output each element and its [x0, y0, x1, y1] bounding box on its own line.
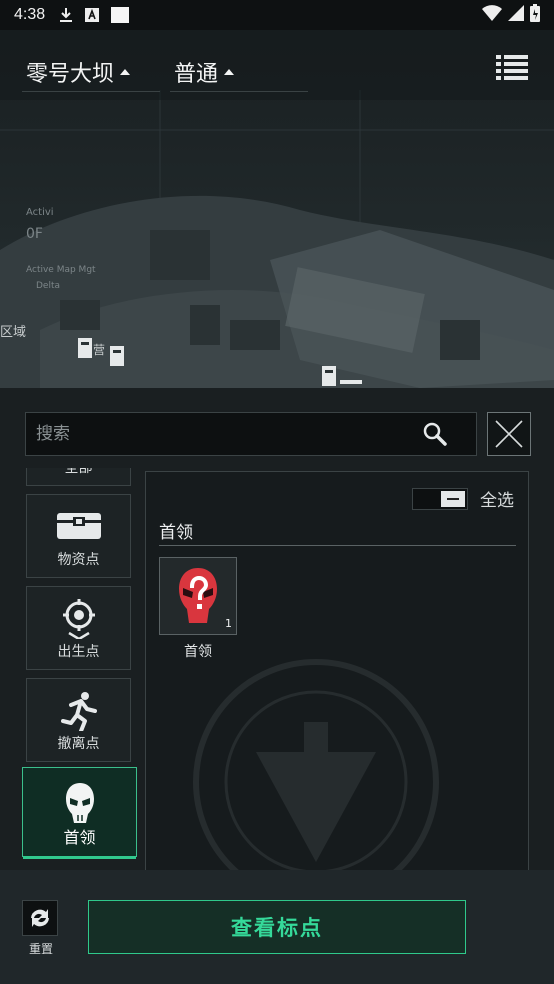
difficulty-selector-dropdown[interactable]: 普通 [174, 56, 235, 88]
category-extraction[interactable]: 撤离点 [26, 678, 131, 762]
marker-list-panel: 全选 首领 1 首领 [145, 471, 529, 870]
map-label: Delta [36, 281, 60, 291]
close-icon [495, 420, 523, 448]
divider [170, 91, 308, 92]
category-label: 物资点 [57, 552, 100, 568]
marker-item[interactable]: 1 首领 [159, 557, 237, 661]
status-bar: 4:38 [0, 0, 554, 30]
category-list[interactable]: 全部 物资点 出生点 撤离点 首领 [22, 468, 138, 870]
divider [159, 545, 516, 546]
category-spawn[interactable]: 出生点 [26, 586, 131, 670]
reset-icon[interactable] [22, 900, 58, 936]
select-all-label: 全选 [480, 491, 514, 511]
select-all-toggle[interactable] [412, 487, 468, 510]
supply-crate-icon [56, 511, 102, 545]
list-menu-icon [496, 55, 528, 80]
select-all-control[interactable]: 全选 [412, 486, 514, 511]
emblem-watermark-icon [193, 659, 439, 870]
view-markers-label: 查看标点 [231, 916, 323, 940]
boss-skull-icon [65, 782, 95, 828]
map-header: 零号大坝 普通 [0, 30, 554, 120]
battery-icon [530, 4, 540, 26]
map-label: 区域 [0, 325, 26, 340]
marker-item-label: 首领 [184, 644, 212, 660]
a-badge-icon [85, 8, 100, 22]
reset-label: 重置 [28, 942, 53, 956]
category-label: 出生点 [57, 644, 100, 660]
red-mask-question-icon [179, 568, 217, 623]
map-label: Activi [26, 207, 54, 218]
category-label: 撤离点 [57, 736, 100, 752]
divider [22, 91, 160, 92]
search-bar [25, 412, 477, 456]
search-icon[interactable] [422, 421, 448, 447]
bottom-bar: 重置 查看标点 [0, 870, 554, 984]
view-markers-button[interactable]: 查看标点 [88, 900, 466, 954]
map-label: 营 [93, 343, 105, 357]
category-supply[interactable]: 物资点 [26, 494, 131, 578]
download-icon [59, 7, 73, 23]
category-label: 全部 [64, 468, 93, 476]
blank-notification-icon [111, 7, 130, 23]
signal-icon [508, 5, 524, 25]
reset-button[interactable]: 重置 [22, 900, 60, 957]
marker-item-tile[interactable]: 1 [159, 557, 237, 635]
filter-panel: 全部 物资点 出生点 撤离点 首领 [0, 388, 554, 870]
category-boss[interactable]: 首领 [22, 767, 137, 859]
map-label: 0F [26, 226, 43, 242]
search-input[interactable] [36, 424, 422, 444]
close-button[interactable] [487, 412, 531, 456]
difficulty-selector-label: 普通 [174, 62, 219, 87]
section-title: 首领 [159, 523, 193, 543]
extraction-runner-icon [60, 691, 97, 735]
caret-up-icon [224, 69, 235, 75]
spawn-point-icon [61, 599, 97, 643]
map-selector-label: 零号大坝 [26, 62, 115, 87]
status-time: 4:38 [14, 6, 46, 23]
minus-icon [441, 490, 465, 507]
caret-up-icon [120, 69, 131, 75]
map-label: Active Map Mgt [26, 265, 96, 275]
list-menu-button[interactable] [496, 55, 528, 81]
marker-count: 1 [225, 617, 232, 630]
category-all[interactable]: 全部 [26, 468, 131, 486]
map-selector-dropdown[interactable]: 零号大坝 [26, 56, 131, 88]
wifi-icon [482, 5, 502, 25]
